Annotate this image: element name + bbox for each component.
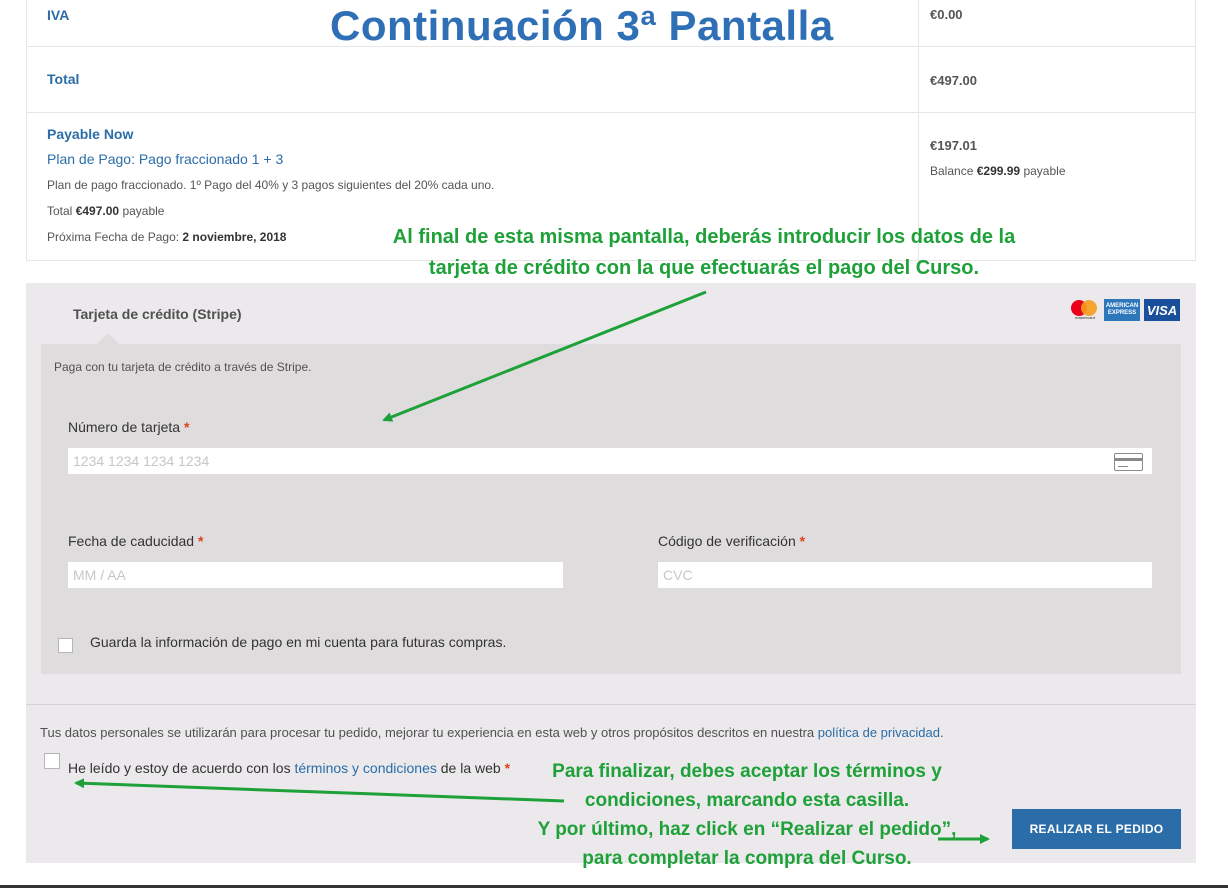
section-divider (26, 704, 1196, 705)
row-divider (27, 112, 1195, 113)
annotation-title: Continuación 3ª Pantalla (330, 2, 834, 49)
payment-method-label[interactable]: Tarjeta de crédito (Stripe) (73, 306, 242, 322)
credit-card-icon (1114, 453, 1143, 471)
privacy-notice: Tus datos personales se utilizarán para … (40, 725, 944, 740)
privacy-policy-link[interactable]: política de privacidad (818, 725, 940, 740)
column-divider (918, 0, 919, 260)
save-payment-info-checkbox[interactable] (58, 638, 73, 653)
iva-value: €0.00 (930, 7, 963, 22)
visa-icon: VISA (1144, 299, 1180, 321)
total-value: €497.00 (930, 73, 977, 88)
expiry-input[interactable]: MM / AA (68, 562, 563, 588)
terms-label: He leído y estoy de acuerdo con los térm… (68, 760, 511, 776)
card-number-placeholder: 1234 1234 1234 1234 (73, 453, 210, 469)
total-label: Total (47, 71, 80, 87)
terms-checkbox[interactable] (44, 753, 60, 769)
annotation-card-note: Al final de esta misma pantalla, deberás… (392, 226, 1016, 279)
payment-plan-description: Plan de pago fraccionado. 1º Pago del 40… (47, 178, 495, 192)
next-payment-date: Próxima Fecha de Pago: 2 noviembre, 2018 (47, 230, 287, 244)
card-brand-logos: mastercard AMERICAN EXPRESS VISA (1070, 299, 1180, 321)
card-number-label: Número de tarjeta * (68, 419, 190, 435)
terms-link[interactable]: términos y condiciones (294, 760, 436, 776)
annotation-terms-note: Para finalizar, debes aceptar los términ… (537, 761, 957, 869)
payment-description: Paga con tu tarjeta de crédito a través … (54, 360, 312, 374)
iva-label: IVA (47, 7, 70, 23)
save-payment-info-label: Guarda la información de pago en mi cuen… (90, 634, 507, 650)
amex-icon: AMERICAN EXPRESS (1104, 299, 1140, 321)
total-payable-text: Total €497.00 payable (47, 204, 165, 218)
place-order-button[interactable]: Realizar el pedido (1012, 809, 1181, 849)
stripe-card-form: Paga con tu tarjeta de crédito a través … (41, 344, 1181, 674)
expiry-label: Fecha de caducidad * (68, 533, 204, 549)
payable-now-label: Payable Now (47, 126, 134, 142)
balance-text: Balance €299.99 payable (930, 164, 1066, 178)
cvc-input[interactable]: CVC (658, 562, 1152, 588)
mastercard-icon: mastercard (1070, 299, 1100, 321)
cvc-placeholder: CVC (663, 567, 693, 583)
card-number-input[interactable]: 1234 1234 1234 1234 (68, 448, 1152, 474)
expiry-placeholder: MM / AA (73, 567, 126, 583)
payment-plan-link[interactable]: Plan de Pago: Pago fraccionado 1 + 3 (47, 151, 283, 167)
cvc-label: Código de verificación * (658, 533, 806, 549)
payable-now-value: €197.01 (930, 138, 977, 153)
